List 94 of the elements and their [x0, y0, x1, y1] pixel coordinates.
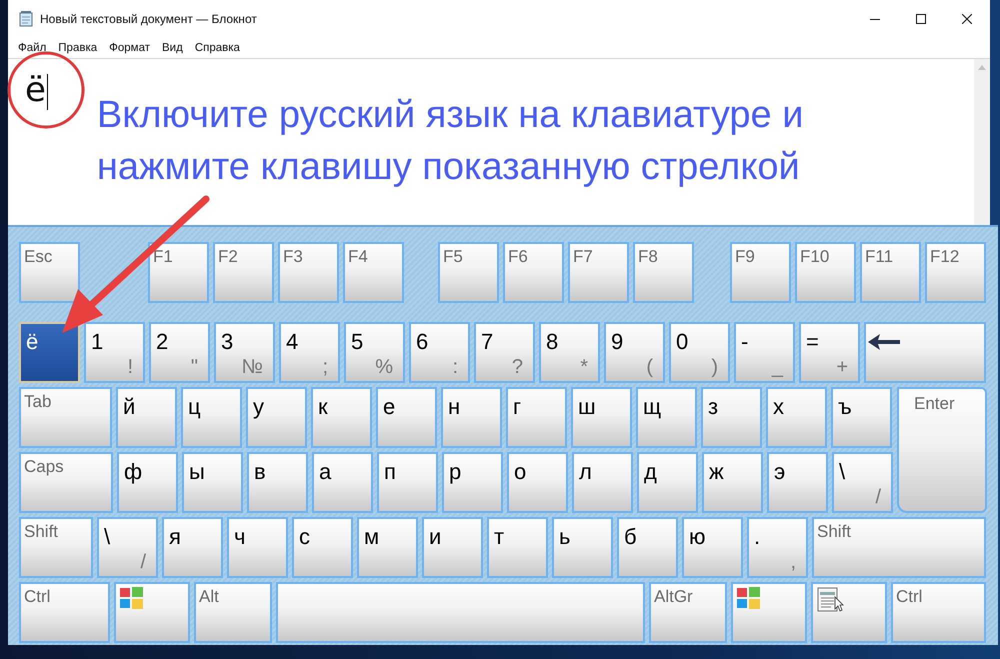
menu-item[interactable]: Файл [12, 41, 52, 55]
keyboard-key[interactable]: ы [182, 452, 243, 513]
keyboard-key[interactable]: F8 [633, 242, 694, 303]
keyboard-key[interactable]: F4 [343, 242, 404, 303]
left-arrow-icon [868, 334, 900, 350]
keyboard-key[interactable]: ь [552, 517, 613, 578]
menu-item[interactable]: Справка [188, 41, 246, 55]
keyboard-key[interactable]: Caps [19, 452, 113, 513]
keyboard-key[interactable]: 2 " [149, 322, 210, 383]
keyboard-key[interactable]: 1 ! [84, 322, 145, 383]
keyboard-key[interactable]: \ / [97, 517, 158, 578]
keyboard-key[interactable]: ю [682, 517, 743, 578]
keyboard-key[interactable]: AltGr [649, 582, 727, 643]
maximize-icon [916, 14, 926, 24]
keyboard-key[interactable]: щ [636, 387, 697, 448]
keyboard-key[interactable]: F7 [568, 242, 629, 303]
windows-logo-icon [120, 587, 143, 609]
keyboard-key[interactable]: F3 [278, 242, 339, 303]
keyboard-key[interactable]: 9 ( [604, 322, 665, 383]
keyboard-key[interactable]: з [701, 387, 762, 448]
keyboard-key[interactable]: = + [799, 322, 860, 383]
keyboard-key[interactable]: ф [117, 452, 178, 513]
keyboard-key[interactable]: ж [702, 452, 763, 513]
keyboard-key[interactable]: F9 [730, 242, 791, 303]
keyboard-key[interactable]: л [572, 452, 633, 513]
keyboard-key[interactable]: й [116, 387, 177, 448]
keyboard-key[interactable]: п [377, 452, 438, 513]
keyboard-key[interactable]: ц [181, 387, 242, 448]
instruction-text: Включите русский язык на клавиатуре и [96, 93, 804, 138]
keyboard-key[interactable]: Esc [19, 242, 80, 303]
keyboard-key[interactable]: у [246, 387, 307, 448]
menu-key[interactable] [811, 582, 887, 643]
notepad-icon [18, 11, 34, 27]
keyboard-key[interactable]: F12 [925, 242, 986, 303]
text-cursor [46, 74, 48, 110]
keyboard-key[interactable]: 3 № [214, 322, 275, 383]
keyboard-key[interactable]: а [312, 452, 373, 513]
keyboard-key[interactable]: F5 [438, 242, 499, 303]
backspace-key[interactable] [864, 322, 986, 383]
keyboard-key[interactable]: 8 * [539, 322, 600, 383]
keyboard-key[interactable]: 7 ? [474, 322, 535, 383]
keyboard-key[interactable]: э [767, 452, 828, 513]
keyboard-key[interactable]: ш [571, 387, 632, 448]
keyboard-key[interactable]: в [247, 452, 308, 513]
menu-item[interactable]: Вид [156, 41, 189, 55]
keyboard-key[interactable]: Tab [19, 387, 112, 448]
keyboard-key[interactable]: б [617, 517, 678, 578]
windows-key[interactable] [114, 582, 190, 643]
keyboard-key[interactable]: \ / [832, 452, 893, 513]
keyboard-key[interactable]: Shift [19, 517, 93, 578]
keyboard-key[interactable]: F2 [213, 242, 274, 303]
scrollbar[interactable] [974, 59, 990, 225]
keyboard-key[interactable]: 5 % [344, 322, 405, 383]
keyboard-key[interactable]: х [766, 387, 827, 448]
windows-key[interactable] [731, 582, 807, 643]
keyboard-key[interactable]: 4 ; [279, 322, 340, 383]
keyboard-key[interactable]: д [637, 452, 698, 513]
keyboard-key[interactable]: F1 [148, 242, 209, 303]
enter-key[interactable]: Enter [897, 387, 987, 513]
menu-item[interactable]: Формат [103, 41, 156, 55]
keyboard-key[interactable]: г [506, 387, 567, 448]
keyboard-key[interactable]: ъ [831, 387, 892, 448]
keyboard-key[interactable]: я [162, 517, 223, 578]
keyboard-key[interactable]: Alt [194, 582, 272, 643]
keyboard-key[interactable]: - _ [734, 322, 795, 383]
keyboard-key[interactable]: н [441, 387, 502, 448]
keyboard-key[interactable]: Ctrl [891, 582, 986, 643]
keyboard-key[interactable]: F6 [503, 242, 564, 303]
keyboard-key[interactable]: Shift [812, 517, 986, 578]
keyboard-key[interactable]: ч [227, 517, 288, 578]
keyboard-key[interactable]: о [507, 452, 568, 513]
windows-logo-icon [737, 587, 760, 609]
keyboard-key[interactable]: 6 : [409, 322, 470, 383]
instruction-text: нажмите клавишу показанную стрелкой [96, 145, 801, 190]
typed-text: ё [25, 71, 46, 109]
keyboard-key[interactable]: т [487, 517, 548, 578]
keyboard-key[interactable]: Ctrl [19, 582, 110, 643]
keyboard-key[interactable]: е [376, 387, 437, 448]
menu-item[interactable]: Правка [52, 41, 104, 55]
keyboard-key[interactable]: F10 [795, 242, 856, 303]
keyboard-key[interactable]: к [311, 387, 372, 448]
keyboard-key[interactable]: и [422, 517, 483, 578]
keyboard-key[interactable]: 0 ) [669, 322, 730, 383]
close-icon [962, 14, 972, 24]
keyboard-key[interactable]: ё [19, 322, 80, 383]
keyboard-key[interactable]: р [442, 452, 503, 513]
keyboard-key[interactable]: с [292, 517, 353, 578]
menu-document-icon [817, 587, 844, 613]
window-title: Новый текстовый документ — Блокнот [40, 12, 257, 26]
keyboard-key[interactable]: м [357, 517, 418, 578]
keyboard-key[interactable]: F11 [860, 242, 921, 303]
keyboard-key[interactable]: . , [747, 517, 808, 578]
space-bar[interactable] [276, 582, 645, 643]
scroll-up-icon [978, 65, 986, 70]
